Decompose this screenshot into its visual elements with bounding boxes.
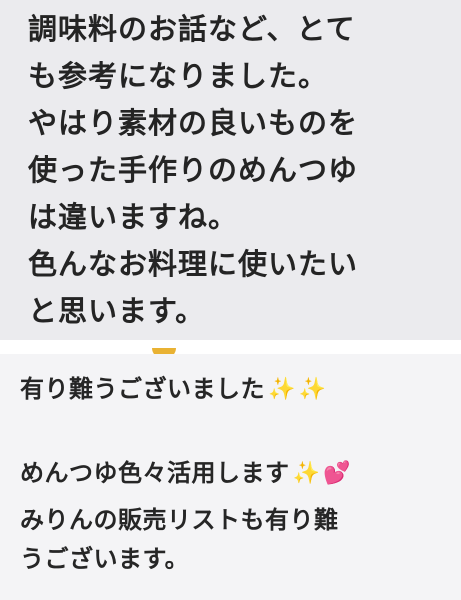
message-line: 調味料のお話など、とて: [28, 12, 356, 46]
message-line: も参考になりました。: [28, 59, 329, 93]
reply-line-4: うございます。: [20, 545, 190, 573]
message-text: 調味料のお話など、とて も参考になりました。 やはり素材の良いものを 使った手作…: [28, 6, 453, 335]
message-line: は違いますね。: [28, 200, 239, 234]
reply-line-3: みりんの販売リストも有り難: [20, 506, 339, 534]
two-hearts-icon: 💕: [323, 461, 352, 486]
message-line: 使った手作りのめんつゆ: [28, 153, 359, 187]
reply-line-1-text: 有り難うございました: [20, 375, 265, 403]
message-line: やはり素材の良いものを: [28, 106, 359, 140]
message-bubble-reply: 有り難うございました ✨ ✨ めんつゆ色々活用します ✨ 💕 みりんの販売リストも有り難…: [0, 354, 461, 600]
reply-line-1: 有り難うございました ✨ ✨: [20, 373, 327, 405]
sparkles-icon: ✨: [298, 377, 327, 402]
message-line: 色んなお料理に使いたい: [28, 247, 359, 281]
reply-line-2: めんつゆ色々活用します ✨ 💕: [20, 457, 351, 489]
sparkles-icon: ✨: [268, 377, 296, 402]
chat-screen: 調味料のお話など、とて も参考になりました。 やはり素材の良いものを 使った手作…: [0, 0, 461, 600]
reply-line-2-text: めんつゆ色々活用します: [20, 459, 290, 487]
sparkles-icon: ✨: [292, 461, 321, 486]
message-bubble-received: 調味料のお話など、とて も参考になりました。 やはり素材の良いものを 使った手作…: [0, 0, 461, 340]
message-line: と思います。: [28, 294, 206, 328]
message-separator: [0, 340, 461, 354]
